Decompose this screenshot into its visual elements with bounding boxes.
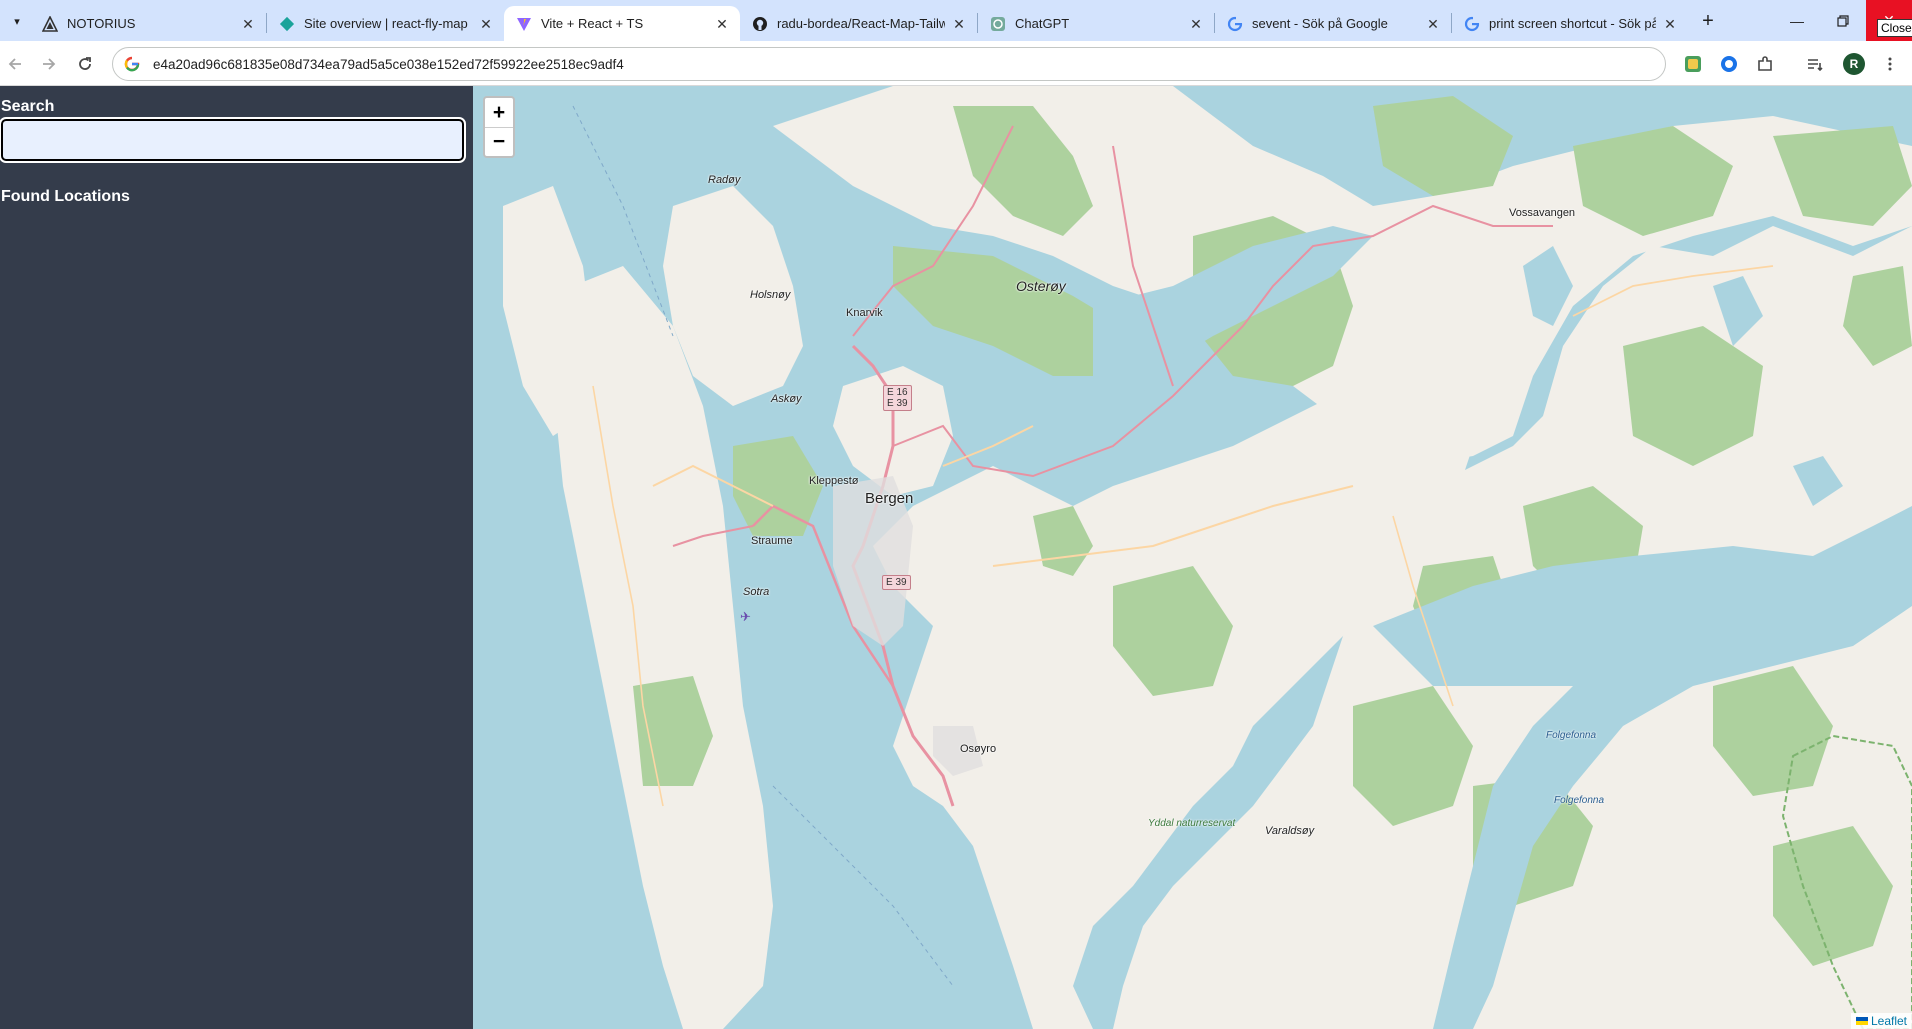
map-label-osoyro: Osøyro	[960, 743, 997, 755]
road-shield-e16-e39: E 16 E 39	[883, 385, 912, 411]
netlify-icon	[279, 16, 295, 32]
zoom-control: + −	[483, 96, 515, 158]
map-label-sotra: Sotra	[743, 586, 770, 598]
map-label-straume: Straume	[751, 535, 793, 547]
close-tab-icon[interactable]: ✕	[478, 16, 494, 32]
zoom-out-button[interactable]: −	[485, 127, 513, 156]
found-locations-heading: Found Locations	[1, 188, 130, 205]
chatgpt-icon	[990, 16, 1006, 32]
address-bar[interactable]: e4a20ad96c681835e08d734ea79ad5a5ce038e15…	[112, 47, 1666, 81]
close-tab-icon[interactable]: ✕	[240, 16, 256, 32]
close-tab-icon[interactable]: ✕	[951, 16, 967, 32]
reading-list-icon[interactable]	[1804, 53, 1826, 75]
search-label: Search	[1, 98, 55, 115]
reload-button[interactable]	[72, 51, 98, 77]
close-tab-icon[interactable]: ✕	[1188, 16, 1204, 32]
extension-circle-icon[interactable]	[1718, 53, 1740, 75]
map-label-folgefonna: Folgefonna	[1546, 730, 1597, 741]
map-attribution[interactable]: Leaflet	[1850, 1013, 1912, 1029]
arrow-left-icon	[8, 58, 21, 70]
tab-strip: ▾ NOTORIUS ✕ Site overview | react-fly-m…	[0, 0, 1912, 41]
forward-button[interactable]	[36, 51, 62, 77]
tab-title: sevent - Sök på Google	[1252, 16, 1388, 31]
url-text: e4a20ad96c681835e08d734ea79ad5a5ce038e15…	[153, 56, 624, 72]
extensions-puzzle-icon[interactable]	[1754, 53, 1776, 75]
map-label-vossavangen: Vossavangen	[1509, 207, 1576, 219]
map-label-bergen: Bergen	[865, 490, 914, 507]
vite-icon	[516, 16, 532, 32]
map-label-yddal-naturreservat: Yddal naturreservat	[1148, 818, 1236, 829]
close-tab-icon[interactable]: ✕	[714, 16, 730, 32]
tab-google-sevent[interactable]: sevent - Sök på Google ✕	[1215, 6, 1451, 41]
reload-icon	[79, 57, 91, 70]
map-label-folgefonna: Folgefonna	[1554, 795, 1605, 806]
new-tab-button[interactable]: +	[1696, 9, 1720, 33]
ukraine-flag-icon	[1855, 1017, 1868, 1025]
road-shield-e39: E 39	[882, 575, 911, 590]
tab-title: radu-bordea/React-Map-Tailw	[777, 16, 945, 31]
close-tab-icon[interactable]: ✕	[1662, 16, 1678, 32]
airport-icon: ✈	[740, 610, 751, 625]
tab-search-chevron-icon[interactable]: ▾	[4, 8, 30, 34]
tab-title: NOTORIUS	[67, 16, 136, 31]
google-icon	[1227, 15, 1243, 32]
tab-title: print screen shortcut - Sök på	[1489, 16, 1656, 31]
map-label-osteroy: Osterøy	[1016, 278, 1066, 294]
map-label-radoy: Radøy	[708, 174, 741, 186]
map-container[interactable]: ✈ + − Radøy Holsnøy Knarvik Osterøy Askø…	[473, 86, 1912, 1029]
arrow-right-icon	[43, 58, 56, 70]
tab-github[interactable]: radu-bordea/React-Map-Tailw ✕	[740, 6, 977, 41]
map-tiles: ✈	[503, 86, 1912, 1029]
close-tooltip: Close	[1877, 19, 1912, 37]
tab-netlify[interactable]: Site overview | react-fly-map | ✕	[267, 6, 504, 41]
google-icon	[1464, 15, 1480, 32]
map-label-holsnoy: Holsnøy	[750, 289, 791, 301]
back-button[interactable]	[2, 51, 28, 77]
leaflet-link[interactable]: Leaflet	[1871, 1014, 1907, 1028]
map-label-askoy: Askøy	[771, 393, 802, 405]
menu-kebab-icon[interactable]	[1879, 53, 1901, 75]
tab-title: ChatGPT	[1015, 16, 1070, 31]
google-icon	[124, 56, 140, 72]
tab-notorius[interactable]: NOTORIUS ✕	[30, 6, 266, 41]
extension-icon[interactable]	[1682, 53, 1704, 75]
map-label-knarvik: Knarvik	[846, 307, 883, 319]
tab-chatgpt[interactable]: ChatGPT ✕	[978, 6, 1214, 41]
map-label-kleppesto: Kleppestø	[809, 475, 859, 487]
restore-button[interactable]	[1820, 0, 1866, 41]
search-input[interactable]	[0, 117, 466, 163]
browser-toolbar: e4a20ad96c681835e08d734ea79ad5a5ce038e15…	[0, 41, 1912, 86]
minimize-button[interactable]: —	[1774, 0, 1820, 41]
sidebar: Search Found Locations	[0, 86, 473, 1029]
restore-icon	[1837, 14, 1849, 27]
close-tab-icon[interactable]: ✕	[1425, 16, 1441, 32]
tab-title: Vite + React + TS	[541, 16, 644, 31]
zoom-in-button[interactable]: +	[485, 98, 513, 127]
notorius-logo-icon	[42, 15, 58, 32]
profile-avatar[interactable]: R	[1843, 53, 1865, 75]
tab-google-printscreen[interactable]: print screen shortcut - Sök på ✕	[1452, 6, 1688, 41]
tab-title: Site overview | react-fly-map |	[304, 16, 472, 31]
github-icon	[752, 16, 768, 32]
map-label-varaldsoy: Varaldsøy	[1265, 825, 1315, 837]
tab-vite-react[interactable]: Vite + React + TS ✕	[504, 6, 740, 41]
